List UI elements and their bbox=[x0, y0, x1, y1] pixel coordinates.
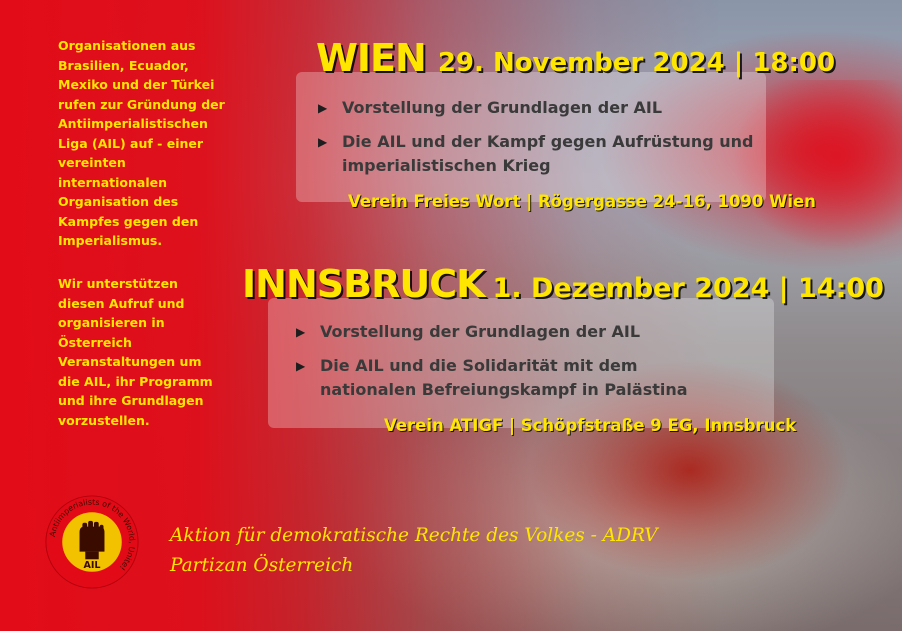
innsbruck-event-heading: INNSBRUCK 1. Dezember 2024 | 14:00 bbox=[242, 262, 884, 306]
logo-acronym: AIL bbox=[83, 560, 100, 571]
event-date: 29. November 2024 | 18:00 bbox=[437, 48, 836, 78]
event-city: WIEN bbox=[316, 36, 427, 80]
list-item: ▶ Vorstellung der Grundlagen der AIL bbox=[296, 320, 736, 344]
wien-topic-list: ▶ Vorstellung der Grundlagen der AIL ▶ Die… bbox=[318, 96, 758, 188]
event-date: 1. Dezember 2024 | 14:00 bbox=[492, 273, 884, 304]
triangle-right-icon: ▶ bbox=[296, 359, 306, 373]
topic-text: Vorstellung der Grundlagen der AIL bbox=[342, 98, 663, 117]
list-item: ▶ Die AIL und die Solidarität mit dem nat… bbox=[296, 354, 736, 402]
topic-text: Vorstellung der Grundlagen der AIL bbox=[320, 322, 641, 341]
triangle-right-icon: ▶ bbox=[318, 135, 328, 149]
intro-paragraph: Organisationen aus Brasilien, Ecuador, M… bbox=[58, 38, 225, 248]
topic-text: Die AIL und die Solidarität mit dem nati… bbox=[320, 356, 688, 399]
wien-venue: Verein Freies Wort | Rögergasse 24-16, 1… bbox=[348, 192, 816, 211]
topic-text: Die AIL und der Kampf gegen Aufrüstung u… bbox=[342, 132, 754, 175]
wien-event-heading: WIEN 29. November 2024 | 18:00 bbox=[316, 36, 835, 80]
ail-logo: Antiimperialists of the World, Unite! AI… bbox=[45, 495, 139, 589]
poster-background: Organisationen aus Brasilien, Ecuador, M… bbox=[0, 0, 902, 631]
triangle-right-icon: ▶ bbox=[296, 325, 306, 339]
innsbruck-topic-list: ▶ Vorstellung der Grundlagen der AIL ▶ Die… bbox=[296, 320, 736, 412]
list-item: ▶ Die AIL und der Kampf gegen Aufrüstung … bbox=[318, 130, 758, 178]
triangle-right-icon: ▶ bbox=[318, 101, 328, 115]
list-item: ▶ Vorstellung der Grundlagen der AIL bbox=[318, 96, 758, 120]
organization-subname: Partizan Österreich bbox=[170, 555, 354, 576]
innsbruck-venue: Verein ATIGF | Schöpfstraße 9 EG, Innsbr… bbox=[384, 416, 797, 435]
organization-name: Aktion für demokratische Rechte des Volk… bbox=[170, 525, 658, 546]
support-paragraph: Wir unterstützen diesen Aufruf und organ… bbox=[58, 276, 213, 428]
event-city: INNSBRUCK bbox=[242, 262, 486, 306]
